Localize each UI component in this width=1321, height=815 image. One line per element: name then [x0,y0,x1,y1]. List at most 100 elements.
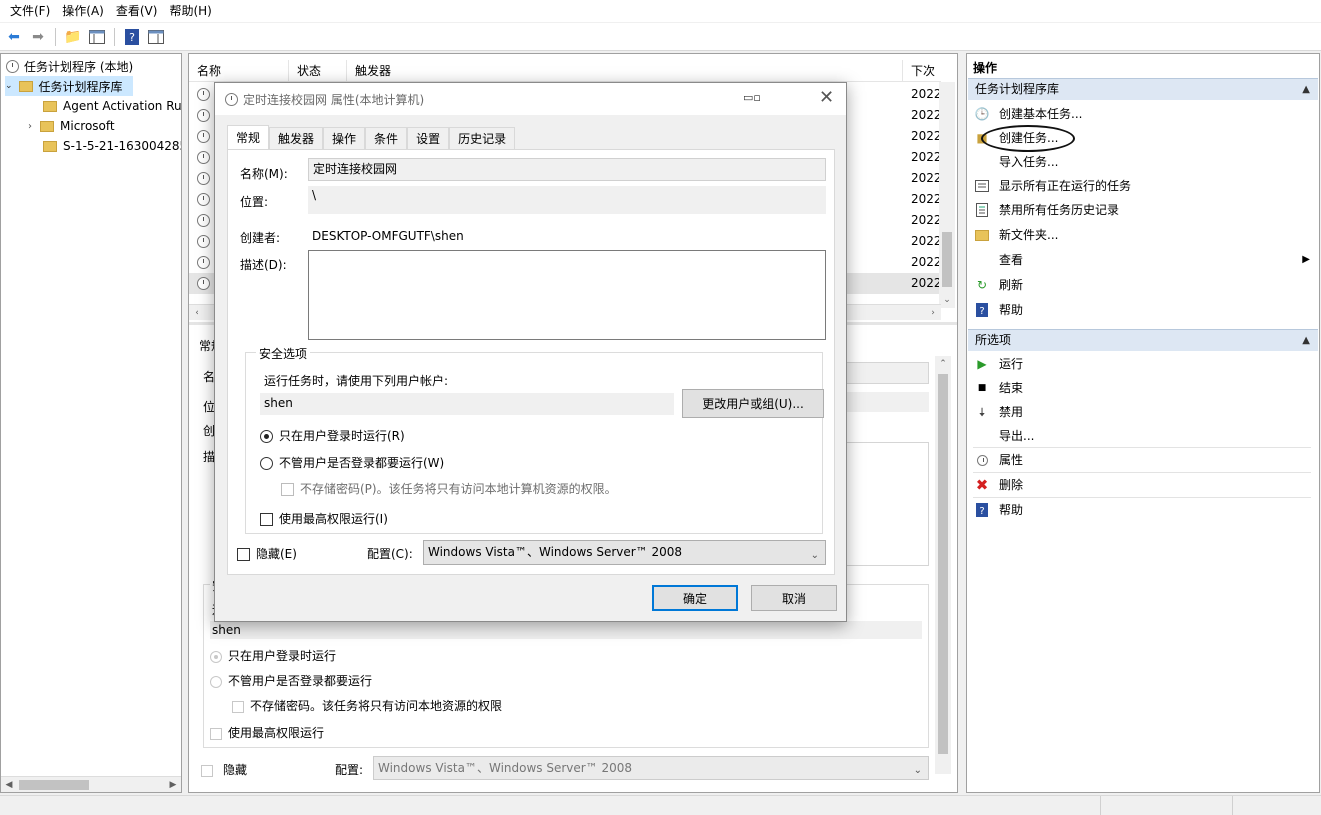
config-label: 配置(C): [367,547,413,561]
status-divider [1100,796,1101,815]
forward-arrow-icon[interactable]: ➡ [28,27,48,47]
action-create-basic-task[interactable]: 🕒 创建基本任务... [968,102,1318,126]
cancel-button[interactable]: 取消 [751,585,837,611]
details-hidden: 隐藏 [201,761,247,778]
menu-view[interactable]: 查看(V) [110,0,164,22]
scroll-right-icon[interactable]: ▶ [165,777,181,792]
checkbox-icon[interactable] [281,483,294,496]
show-action-pane-icon[interactable] [146,27,166,47]
column-header-name[interactable]: 名称 [189,60,289,81]
action-help-selected[interactable]: ? 帮助 [968,498,1318,522]
description-textarea[interactable] [308,250,826,340]
actions-section-library[interactable]: 任务计划程序库 ▲ [968,78,1318,100]
ok-button[interactable]: 确定 [652,585,738,611]
scroll-thumb[interactable] [19,780,89,790]
task-list-header: 名称 状态 触发器 下次 [189,60,941,82]
menu-file[interactable]: 文件(F) [4,0,56,22]
tree-item-label: Agent Activation Ru [63,99,182,113]
collapse-up-icon[interactable]: ▲ [1302,79,1310,100]
tab-history[interactable]: 历史记录 [449,127,516,149]
task-clock-icon [197,235,210,248]
tab-conditions[interactable]: 条件 [365,127,408,149]
radio-icon[interactable] [260,457,273,470]
collapse-up-icon[interactable]: ▲ [1302,330,1310,351]
chevron-right-icon[interactable]: › [28,121,32,132]
tab-triggers[interactable]: 触发器 [269,127,324,149]
tree-item-microsoft[interactable]: › Microsoft [28,116,115,136]
change-user-button[interactable]: 更改用户或组(U)... [682,389,824,418]
scroll-up-icon[interactable]: ⌃ [935,356,951,372]
action-view[interactable]: 查看 ▶ [968,248,1318,272]
name-field[interactable]: 定时连接校园网 [308,158,826,181]
clock-icon [225,93,238,106]
details-radio-whether: 不管用户是否登录都要运行 [210,672,372,689]
console-tree: 任务计划程序 (本地) ⌄ 任务计划程序库 Agent Activation R… [0,53,182,793]
action-export[interactable]: 导出... [968,424,1318,448]
chevron-down-icon[interactable]: ⌄ [811,544,819,567]
scroll-left-icon[interactable]: ◀ [1,777,17,792]
chevron-down-icon[interactable]: ⌄ [5,81,13,91]
action-refresh[interactable]: ↻ 刷新 [968,273,1318,297]
checkbox-icon[interactable] [237,548,250,561]
action-properties[interactable]: 属性 [968,448,1318,472]
status-bar [0,795,1321,815]
tree-root-local[interactable]: 任务计划程序 (本地) [6,56,133,76]
action-disable[interactable]: 🠇 禁用 [968,400,1318,424]
dialog-titlebar[interactable]: 定时连接校园网 属性(本地计算机) ▭▫ ✕ [215,83,846,115]
action-create-task[interactable]: ■ 创建任务... [968,126,1318,150]
action-new-folder[interactable]: 新文件夹... [968,223,1318,247]
config-combo[interactable]: Windows Vista™、Windows Server™ 2008 ⌄ [423,540,826,565]
scroll-right-icon[interactable]: › [925,305,941,321]
tree-horizontal-scrollbar[interactable]: ◀ ▶ [1,776,181,792]
checkbox-do-not-store-password[interactable]: 不存储密码(P)。该任务将只有访问本地计算机资源的权限。 [281,480,617,497]
action-end[interactable]: ■ 结束 [968,376,1318,400]
action-disable-history[interactable]: 禁用所有任务历史记录 [968,198,1318,222]
scroll-left-icon[interactable]: ‹ [189,305,205,321]
scroll-thumb[interactable] [942,232,952,287]
tab-settings[interactable]: 设置 [407,127,450,149]
tab-actions[interactable]: 操作 [323,127,366,149]
next-run-cell: 2022 [911,213,942,227]
column-header-next-run[interactable]: 下次 [903,60,941,81]
dialog-title: 定时连接校园网 属性(本地计算机) [243,93,425,107]
column-header-trigger[interactable]: 触发器 [347,60,903,81]
checkbox-icon[interactable] [260,513,273,526]
restore-window-icon[interactable]: ▭▫ [743,91,761,104]
scroll-down-icon[interactable]: ⌄ [939,292,955,308]
show-hide-tree-icon[interactable] [87,27,107,47]
svg-text:?: ? [979,306,984,317]
close-icon[interactable]: ✕ [819,87,834,108]
details-vertical-scrollbar[interactable]: ⌃ [935,356,951,774]
action-delete[interactable]: ✖ 删除 [968,473,1318,497]
back-arrow-icon[interactable]: ⬅ [4,27,24,47]
action-import-task[interactable]: 导入任务... [968,150,1318,174]
next-run-cell: 2022 [911,108,942,122]
tree-item-agent-activation[interactable]: Agent Activation Ru [43,96,182,116]
actions-section-selected[interactable]: 所选项 ▲ [968,329,1318,351]
up-folder-icon[interactable]: 📁 [63,27,83,47]
checkbox-run-highest-privileges[interactable]: 使用最高权限运行(I) [260,510,388,527]
checkbox-hidden[interactable]: 隐藏(E) [237,545,297,562]
scroll-thumb[interactable] [938,374,948,754]
tab-general[interactable]: 常规 [227,125,270,149]
radio-run-logged-on[interactable]: 只在用户登录时运行(R) [260,427,405,444]
stop-icon: ■ [977,383,987,393]
task-list-vertical-scrollbar[interactable]: ⌄ [939,82,955,308]
folder-icon [43,140,57,152]
action-show-running-tasks[interactable]: 显示所有正在运行的任务 [968,174,1318,198]
radio-run-whether-logged-on[interactable]: 不管用户是否登录都要运行(W) [260,454,444,471]
radio-selected-icon[interactable] [260,430,273,443]
action-help[interactable]: ? 帮助 [968,298,1318,322]
help-icon[interactable]: ? [122,27,142,47]
column-header-status[interactable]: 状态 [289,60,347,81]
author-label: 创建者: [240,231,281,245]
menu-help[interactable]: 帮助(H) [163,0,217,22]
toolbar: ⬅ ➡ 📁 ? [0,23,1321,51]
tree-item-sid[interactable]: S-1-5-21-163004285 [43,136,181,156]
next-run-cell: 2022 [911,192,942,206]
menu-action[interactable]: 操作(A) [56,0,110,22]
svg-text:?: ? [129,31,135,44]
folder-icon [40,120,54,132]
tree-item-library[interactable]: ⌄ 任务计划程序库 [5,76,133,96]
action-run[interactable]: ▶ 运行 [968,352,1318,376]
